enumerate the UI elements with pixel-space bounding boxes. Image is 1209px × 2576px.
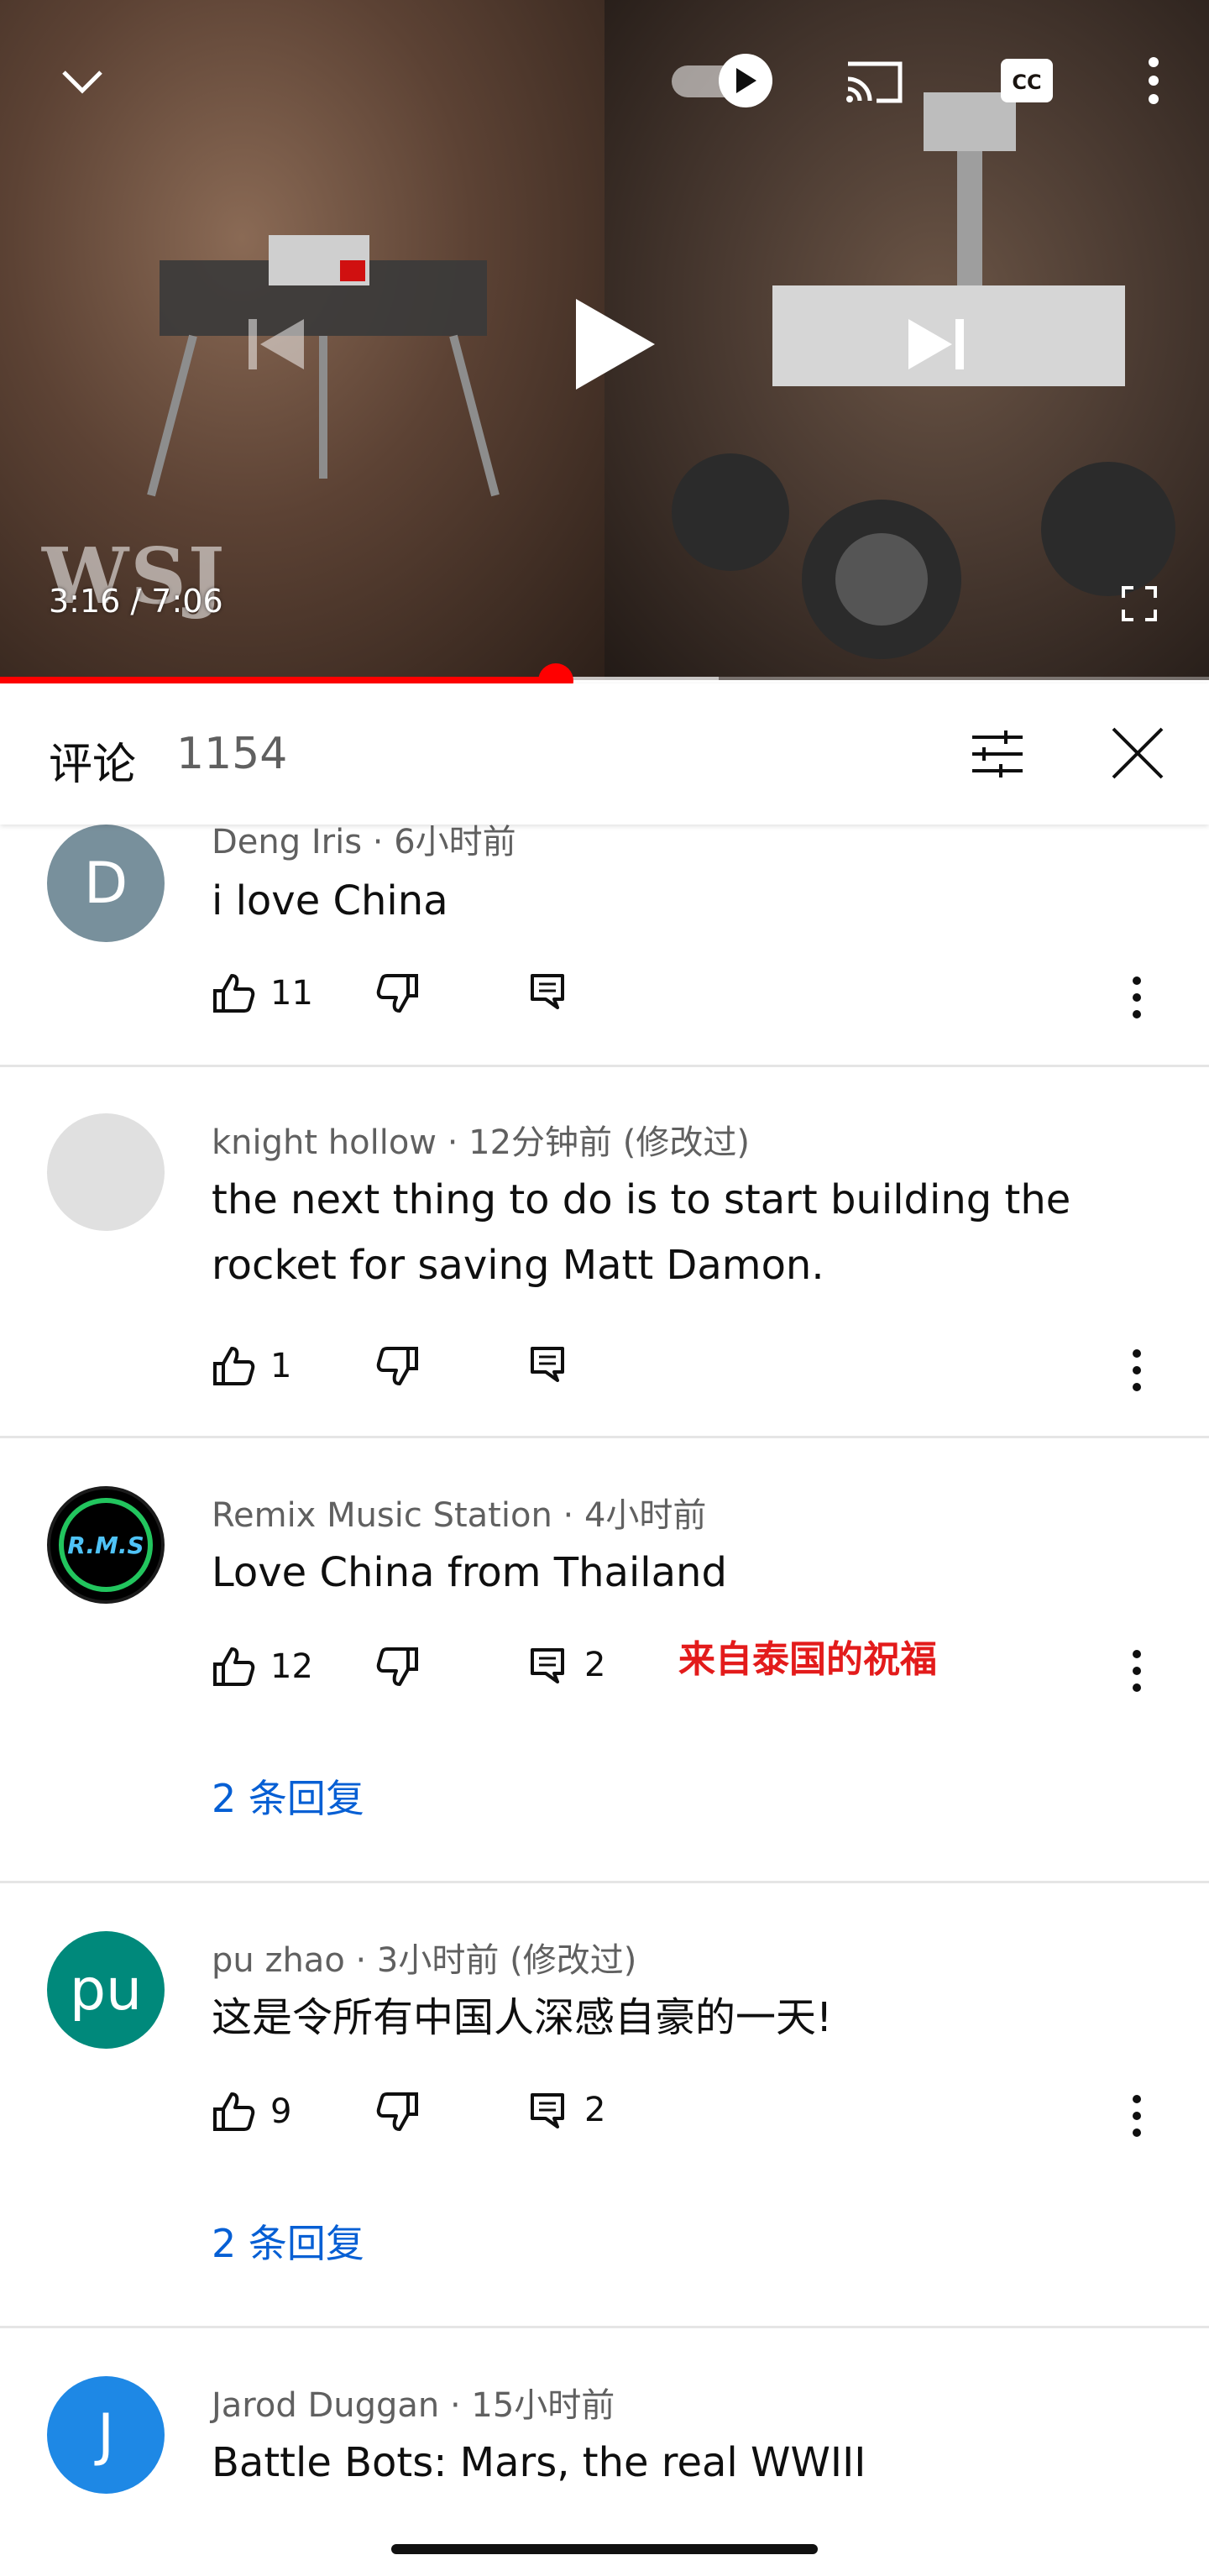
divider: [0, 1436, 1209, 1438]
avatar[interactable]: J: [47, 2376, 165, 2494]
home-indicator: [391, 2544, 818, 2554]
like-button[interactable]: 12: [212, 1646, 313, 1688]
svg-text:CC: CC: [1012, 71, 1041, 94]
reply-count: 2: [584, 1646, 606, 1684]
comment-text: Battle Bots: Mars, the real WWIII: [212, 2439, 866, 2486]
next-icon[interactable]: [902, 311, 969, 378]
play-icon: [736, 68, 756, 93]
comment-reply-icon: [531, 974, 564, 1009]
time-display: 3:16 / 7:06: [49, 583, 223, 620]
dislike-button[interactable]: [376, 1646, 420, 1688]
comment-text: Love China from Thailand: [212, 1549, 727, 1596]
thumbs-down-icon: [376, 1647, 418, 1686]
divider: [0, 1065, 1209, 1067]
like-count: 12: [270, 1647, 313, 1686]
avatar[interactable]: R.M.S: [47, 1486, 165, 1604]
previous-icon[interactable]: [243, 311, 311, 378]
like-button[interactable]: 1: [212, 1345, 291, 1387]
avatar-letter: R.M.S: [67, 1531, 144, 1559]
thumbs-up-icon: [213, 1347, 255, 1385]
comment-meta: pu zhao · 3小时前 (修改过): [212, 1941, 637, 1980]
reply-button[interactable]: [529, 1345, 566, 1382]
more-vert-icon[interactable]: [1130, 1649, 1144, 1693]
thumbs-down-icon: [376, 1347, 418, 1385]
autoplay-knob: [719, 54, 772, 107]
avatar[interactable]: pu: [47, 1931, 165, 2049]
thumbs-up-icon: [213, 974, 255, 1013]
comment-reply-icon: [531, 1347, 564, 1382]
video-player[interactable]: WSJ CC 3:16 / 7:06: [0, 0, 1209, 680]
thumbs-down-icon: [376, 974, 418, 1013]
reply-count: 2: [584, 2091, 606, 2129]
avatar-ring: R.M.S: [59, 1498, 153, 1592]
thumbs-down-icon: [376, 2092, 418, 2131]
avatar-letter: J: [97, 2401, 115, 2469]
annotation-overlay: 来自泰国的祝福: [678, 1638, 937, 1681]
comment-text: 这是令所有中国人深感自豪的一天!: [212, 1994, 833, 2041]
cast-icon[interactable]: [843, 55, 905, 106]
reply-button[interactable]: [529, 972, 566, 1009]
comments-count: 1154: [176, 729, 288, 779]
avatar-letter: pu: [69, 1956, 143, 2024]
comment-reply-icon: [531, 1648, 564, 1683]
like-count: 11: [270, 974, 313, 1013]
like-button[interactable]: 9: [212, 2091, 291, 2133]
comment-meta: Jarod Duggan · 15小时前: [212, 2386, 615, 2425]
thumbs-up-icon: [213, 1647, 255, 1686]
comment-meta: Remix Music Station · 4小时前: [212, 1496, 707, 1535]
divider: [0, 1881, 1209, 1883]
comment-reply-icon: [531, 2093, 564, 2128]
progress-played: [0, 677, 556, 683]
more-vert-icon[interactable]: [1130, 2094, 1144, 2138]
autoplay-toggle[interactable]: [672, 54, 781, 107]
comment-text: the next thing to do is to start buildin…: [212, 1176, 1071, 1289]
close-icon[interactable]: [1110, 725, 1165, 781]
dislike-button[interactable]: [376, 1345, 420, 1387]
comment-actions: 9 2: [212, 2091, 1177, 2141]
comment-actions: 11: [212, 972, 1177, 1023]
more-vert-icon[interactable]: [1130, 1348, 1144, 1392]
like-count: 9: [270, 2092, 292, 2131]
avatar[interactable]: [47, 1113, 165, 1231]
play-icon[interactable]: [568, 294, 660, 395]
more-vert-icon[interactable]: [1144, 54, 1164, 107]
more-vert-icon[interactable]: [1130, 976, 1144, 1019]
like-count: 1: [270, 1347, 292, 1385]
comment-text: i love China: [212, 877, 448, 924]
dislike-button[interactable]: [376, 972, 420, 1014]
avatar-letter: D: [83, 850, 128, 917]
view-replies-link[interactable]: 2 条回复: [212, 2213, 364, 2269]
sort-filter-icon[interactable]: [969, 729, 1026, 779]
like-button[interactable]: 11: [212, 972, 313, 1014]
comment-meta: knight hollow · 12分钟前 (修改过): [212, 1123, 750, 1162]
reply-button[interactable]: 2: [529, 2091, 605, 2129]
lander-graphic: [147, 235, 500, 497]
thumbs-up-icon: [213, 2092, 255, 2131]
divider: [0, 2326, 1209, 2328]
chevron-down-icon[interactable]: [59, 65, 106, 99]
fullscreen-icon[interactable]: [1120, 584, 1159, 623]
comments-title: 评论: [49, 740, 137, 790]
view-replies-link[interactable]: 2 条回复: [212, 1768, 364, 1824]
captions-icon[interactable]: CC: [999, 57, 1055, 104]
reply-button[interactable]: 2: [529, 1646, 605, 1684]
comments-header: 评论 1154: [0, 683, 1209, 825]
comment-item: D Deng Iris · 6小时前 i love China 11: [0, 823, 1209, 1065]
avatar[interactable]: D: [47, 825, 165, 942]
dislike-button[interactable]: [376, 2091, 420, 2133]
comment-actions: 1: [212, 1345, 1177, 1395]
